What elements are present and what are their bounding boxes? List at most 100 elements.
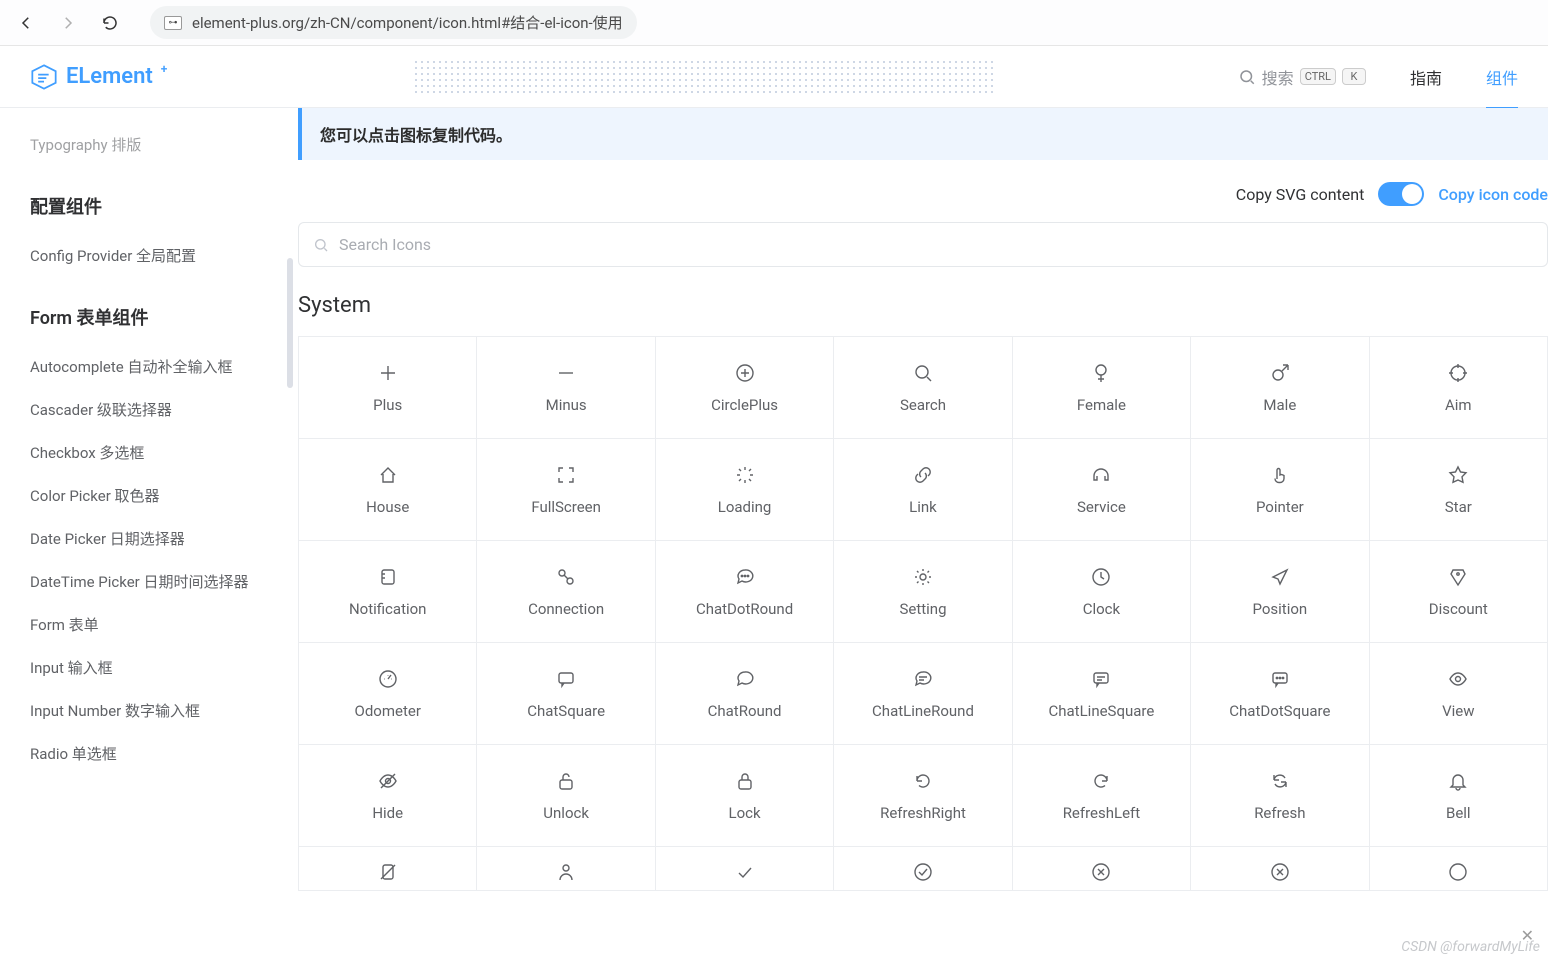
icon-cell-Unlock[interactable]: Unlock <box>477 745 655 847</box>
icon-cell-Female[interactable]: Female <box>1013 337 1191 439</box>
header-search[interactable]: 搜索 CTRL K <box>1238 65 1366 89</box>
icon-cell-ChatRound[interactable]: ChatRound <box>656 643 834 745</box>
icon-cell-Hide[interactable]: Hide <box>299 745 477 847</box>
reload-button[interactable] <box>98 11 122 35</box>
icon-cell-Lock[interactable]: Lock <box>656 745 834 847</box>
unlock-icon <box>555 770 577 792</box>
forward-button[interactable] <box>56 11 80 35</box>
sidebar-item[interactable]: Checkbox 多选框 <box>30 432 250 475</box>
icon-label: Lock <box>729 804 761 822</box>
icon-label: Notification <box>349 600 427 618</box>
male-icon <box>1269 362 1291 384</box>
icon-cell-r6g[interactable] <box>1370 847 1548 891</box>
icon-cell-Bell[interactable]: Bell <box>1370 745 1548 847</box>
sidebar-group-config: 配置组件 <box>30 193 297 219</box>
browser-toolbar: ⊶ element-plus.org/zh-CN/component/icon.… <box>0 0 1548 46</box>
nav-guide[interactable]: 指南 <box>1410 65 1442 89</box>
icon-cell-r6c[interactable] <box>656 847 834 891</box>
fullscreen-icon <box>555 464 577 486</box>
circleplus-icon <box>734 362 756 384</box>
icon-cell-r6a[interactable] <box>299 847 477 891</box>
sidebar-item[interactable]: Input Number 数字输入框 <box>30 690 250 733</box>
icon-cell-RefreshLeft[interactable]: RefreshLeft <box>1013 745 1191 847</box>
tip-bar: 您可以点击图标复制代码。 <box>298 108 1548 160</box>
icon-cell-ChatDotSquare[interactable]: ChatDotSquare <box>1191 643 1369 745</box>
female-icon <box>1090 362 1112 384</box>
icon-cell-r6b[interactable] <box>477 847 655 891</box>
sidebar-item[interactable]: Cascader 级联选择器 <box>30 389 250 432</box>
icon-cell-Aim[interactable]: Aim <box>1370 337 1548 439</box>
icon-label: Refresh <box>1254 804 1305 822</box>
icon-cell-Link[interactable]: Link <box>834 439 1012 541</box>
icon-cell-Refresh[interactable]: Refresh <box>1191 745 1369 847</box>
r6e-icon <box>1090 861 1112 883</box>
icon-cell-Loading[interactable]: Loading <box>656 439 834 541</box>
search-placeholder: Search Icons <box>339 235 431 254</box>
watermark: CSDN @forwardMyLife <box>1401 939 1540 955</box>
icon-cell-Discount[interactable]: Discount <box>1370 541 1548 643</box>
link-icon <box>912 464 934 486</box>
icon-cell-Clock[interactable]: Clock <box>1013 541 1191 643</box>
icon-cell-r6e[interactable] <box>1013 847 1191 891</box>
icon-cell-Position[interactable]: Position <box>1191 541 1369 643</box>
r6b-icon <box>555 861 577 883</box>
icon-cell-Plus[interactable]: Plus <box>299 337 477 439</box>
back-button[interactable] <box>14 11 38 35</box>
icon-cell-RefreshRight[interactable]: RefreshRight <box>834 745 1012 847</box>
icon-cell-Notification[interactable]: Notification <box>299 541 477 643</box>
sidebar-item-config-provider[interactable]: Config Provider 全局配置 <box>30 235 250 278</box>
sidebar-item[interactable]: Input 输入框 <box>30 647 250 690</box>
r6g-icon <box>1447 861 1469 883</box>
sidebar-item-typography[interactable]: Typography 排版 <box>30 124 250 167</box>
icon-label: Discount <box>1429 600 1488 618</box>
icon-cell-Minus[interactable]: Minus <box>477 337 655 439</box>
icon-cell-Search[interactable]: Search <box>834 337 1012 439</box>
logo[interactable]: ELement+ <box>30 59 167 95</box>
icon-cell-Pointer[interactable]: Pointer <box>1191 439 1369 541</box>
close-icon[interactable]: ✕ <box>1521 926 1534 945</box>
icon-cell-ChatSquare[interactable]: ChatSquare <box>477 643 655 745</box>
odometer-icon <box>377 668 399 690</box>
icon-cell-View[interactable]: View <box>1370 643 1548 745</box>
icon-cell-FullScreen[interactable]: FullScreen <box>477 439 655 541</box>
address-bar[interactable]: ⊶ element-plus.org/zh-CN/component/icon.… <box>150 6 637 39</box>
nav-component[interactable]: 组件 <box>1486 65 1518 109</box>
icon-cell-Male[interactable]: Male <box>1191 337 1369 439</box>
lock-icon <box>734 770 756 792</box>
icon-cell-r6f[interactable] <box>1191 847 1369 891</box>
icon-cell-Setting[interactable]: Setting <box>834 541 1012 643</box>
search-icons-input[interactable]: Search Icons <box>298 222 1548 267</box>
house-icon <box>377 464 399 486</box>
site-info-icon[interactable]: ⊶ <box>164 16 182 30</box>
sidebar-item[interactable]: Color Picker 取色器 <box>30 475 250 518</box>
icon-label: Search <box>900 396 946 414</box>
icon-label: View <box>1442 702 1474 720</box>
sidebar-item[interactable]: Form 表单 <box>30 604 250 647</box>
icon-label: Plus <box>373 396 402 414</box>
sidebar-group-form: Form 表单组件 <box>30 304 297 330</box>
icon-label: Link <box>909 498 937 516</box>
icon-cell-House[interactable]: House <box>299 439 477 541</box>
sidebar-item[interactable]: Date Picker 日期选择器 <box>30 518 250 561</box>
sidebar-scrollbar[interactable] <box>287 258 293 388</box>
icon-cell-CirclePlus[interactable]: CirclePlus <box>656 337 834 439</box>
icon-label: Setting <box>899 600 946 618</box>
copy-mode-switch[interactable] <box>1378 182 1424 206</box>
r6f-icon <box>1269 861 1291 883</box>
sidebar: Typography 排版 配置组件 Config Provider 全局配置 … <box>0 108 298 961</box>
icon-cell-Service[interactable]: Service <box>1013 439 1191 541</box>
search-icon <box>912 362 934 384</box>
sidebar-item[interactable]: Autocomplete 自动补全输入框 <box>30 346 250 389</box>
icon-cell-r6d[interactable] <box>834 847 1012 891</box>
icon-cell-ChatLineRound[interactable]: ChatLineRound <box>834 643 1012 745</box>
icon-cell-Connection[interactable]: Connection <box>477 541 655 643</box>
chatlinesquare-icon <box>1090 668 1112 690</box>
icon-cell-Odometer[interactable]: Odometer <box>299 643 477 745</box>
site-header: ELement+ 搜索 CTRL K 指南 组件 <box>0 46 1548 108</box>
aim-icon <box>1447 362 1469 384</box>
icon-cell-ChatDotRound[interactable]: ChatDotRound <box>656 541 834 643</box>
sidebar-item[interactable]: Radio 单选框 <box>30 733 250 776</box>
icon-cell-Star[interactable]: Star <box>1370 439 1548 541</box>
icon-cell-ChatLineSquare[interactable]: ChatLineSquare <box>1013 643 1191 745</box>
sidebar-item[interactable]: DateTime Picker 日期时间选择器 <box>30 561 250 604</box>
